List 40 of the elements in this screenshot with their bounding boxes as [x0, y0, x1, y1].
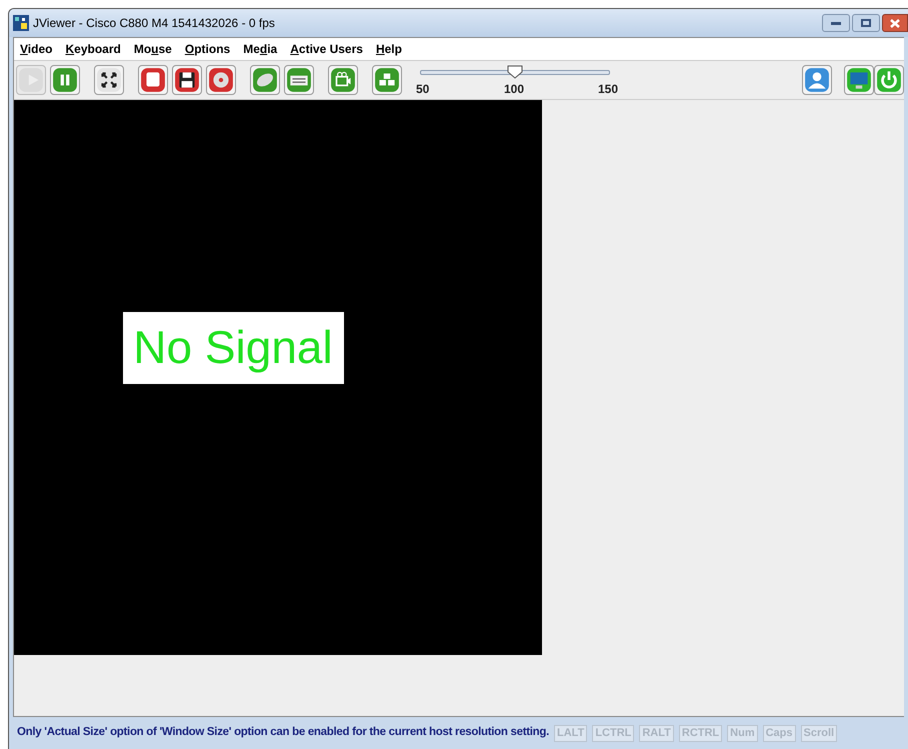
menu-item[interactable]: Help: [376, 40, 402, 58]
menu-item[interactable]: Video: [20, 40, 52, 58]
keyboard-icon: [286, 67, 312, 93]
arrows-icon: [96, 67, 122, 93]
zoom-slider[interactable]: [420, 65, 610, 79]
user-icon: [804, 67, 830, 93]
play-icon: [18, 67, 44, 93]
maximize-button[interactable]: [852, 14, 880, 32]
video-camera-icon: [330, 67, 356, 93]
monitor-icon: [846, 67, 872, 93]
video-camera-button[interactable]: [328, 65, 358, 95]
user-button[interactable]: [802, 65, 832, 95]
keyboard-button[interactable]: [284, 65, 314, 95]
close-button[interactable]: [882, 14, 908, 32]
slider-tick-label: 50: [416, 81, 430, 98]
floppy-button[interactable]: [172, 65, 202, 95]
menu-item[interactable]: Options: [184, 40, 230, 58]
close-icon: [890, 18, 900, 28]
floppy-icon: [174, 67, 200, 93]
slider-tick-label: 100: [504, 81, 524, 98]
status-message: Only 'Actual Size' option of 'Window Size' option can be enabled for the current host resolution setting.: [17, 725, 550, 740]
disc-button[interactable]: [206, 65, 236, 95]
window-title: JViewer - Cisco C880 M4 1541432026 - 0 fps: [33, 15, 275, 32]
no-signal-message: No Signal: [122, 312, 344, 384]
minimize-icon: [831, 22, 841, 24]
slider-thumb[interactable]: [507, 65, 523, 79]
arrows-button[interactable]: [94, 65, 124, 95]
app-icon: [13, 15, 29, 31]
menu-item[interactable]: Active Users: [290, 40, 363, 58]
slider-tick-label: 150: [598, 81, 618, 98]
pause-button[interactable]: [50, 65, 80, 95]
minimize-button[interactable]: [822, 14, 850, 32]
menu-item[interactable]: Keyboard: [65, 40, 121, 58]
monitor-button[interactable]: [844, 65, 874, 95]
menu-item[interactable]: Mouse: [134, 40, 172, 58]
maximize-icon: [861, 19, 871, 27]
pause-icon: [52, 67, 78, 93]
menu-item[interactable]: Media: [243, 40, 278, 58]
power-button[interactable]: [874, 65, 904, 95]
power-icon: [876, 67, 902, 93]
